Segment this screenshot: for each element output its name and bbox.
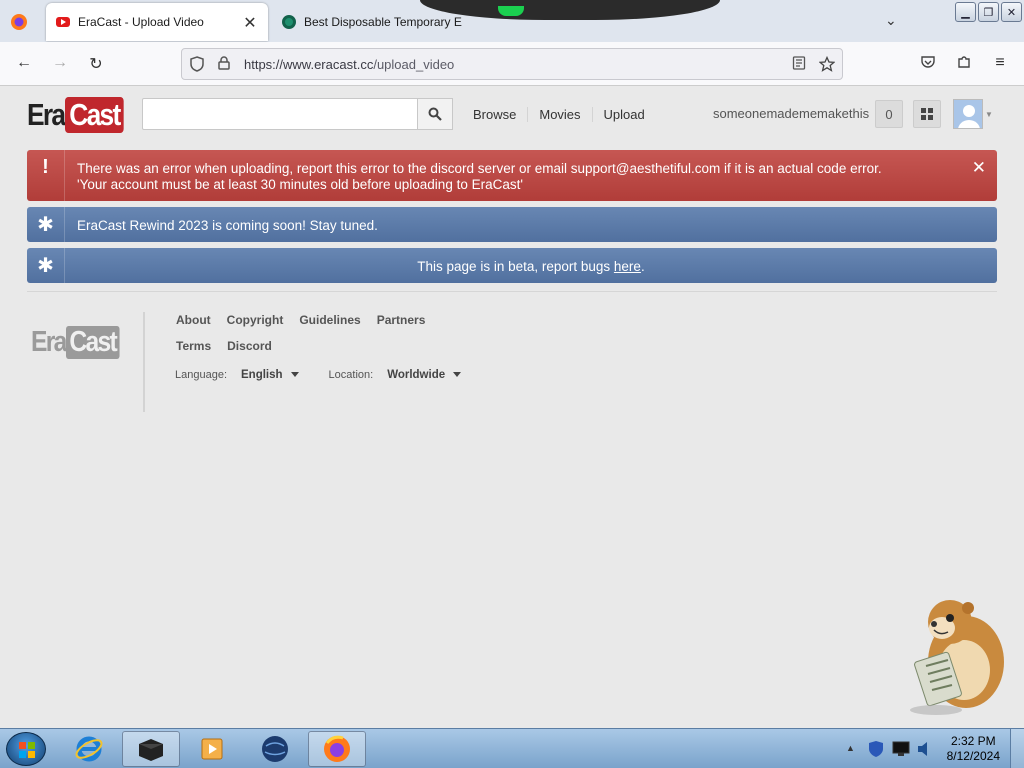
footer-link-guidelines[interactable]: Guidelines bbox=[299, 313, 360, 327]
security-shield-icon[interactable] bbox=[868, 740, 884, 761]
show-hidden-icons-chevron-up-icon[interactable]: ▲ bbox=[846, 743, 855, 753]
language-select[interactable]: English bbox=[241, 369, 299, 381]
windows-taskbar: ▲ 2:32 PM 8/12/2024 bbox=[0, 728, 1024, 768]
lock-icon[interactable] bbox=[218, 56, 230, 73]
rewind-message: EraCast Rewind 2023 is coming soon! Stay… bbox=[77, 218, 378, 233]
footer-divider bbox=[143, 312, 145, 412]
caret-down-icon bbox=[290, 372, 299, 378]
caret-down-icon bbox=[453, 372, 462, 378]
language-label: Language: bbox=[175, 369, 227, 381]
window-controls: ▁ ❐ ✕ bbox=[955, 2, 1022, 22]
search-input[interactable] bbox=[142, 98, 418, 130]
footer-link-copyright[interactable]: Copyright bbox=[227, 313, 284, 327]
error-message: There was an error when uploading, repor… bbox=[77, 161, 882, 192]
taskbar-firefox-icon[interactable] bbox=[308, 731, 366, 767]
location-select[interactable]: Worldwide bbox=[387, 369, 462, 381]
footer-locale-settings: Language: English Location: Worldwide bbox=[175, 369, 462, 381]
show-desktop-button[interactable] bbox=[1010, 729, 1024, 768]
avatar-dropdown-chevron-down-icon[interactable]: ▼ bbox=[985, 110, 993, 119]
url-text[interactable]: https://www.eracast.cc/upload_video bbox=[244, 57, 454, 72]
volume-icon[interactable] bbox=[916, 740, 932, 761]
taskbar-media-player-icon[interactable] bbox=[184, 731, 242, 767]
reader-view-icon[interactable] bbox=[792, 56, 806, 73]
footer-links-row-2: Terms Discord bbox=[176, 339, 272, 353]
footer-links-row-1: About Copyright Guidelines Partners bbox=[176, 313, 425, 327]
close-window-icon[interactable]: ✕ bbox=[1001, 2, 1022, 22]
pocket-icon[interactable] bbox=[918, 54, 938, 75]
footer-link-about[interactable]: About bbox=[176, 313, 211, 327]
nav-upload-link[interactable]: Upload bbox=[593, 107, 656, 122]
hamburger-menu-icon[interactable]: ≡ bbox=[990, 54, 1010, 72]
firefox-menu-icon[interactable] bbox=[8, 12, 30, 32]
url-bar[interactable]: https://www.eracast.cc/upload_video bbox=[181, 48, 843, 80]
temp-mail-favicon-icon bbox=[282, 15, 296, 29]
browser-tab-strip: EraCast - Upload Video ✕ Best Disposable… bbox=[0, 0, 1024, 42]
footer-link-partners[interactable]: Partners bbox=[377, 313, 426, 327]
site-header: Era Cast Browse Movies Upload someonemade… bbox=[0, 86, 1024, 144]
network-monitor-icon[interactable] bbox=[892, 741, 910, 760]
restore-icon[interactable]: ❐ bbox=[978, 2, 999, 22]
asterisk-icon: ✱ bbox=[27, 248, 65, 283]
tracking-shield-icon[interactable] bbox=[190, 56, 204, 75]
notification-count-button[interactable]: 0 bbox=[875, 100, 903, 128]
hamster-mascot-icon[interactable] bbox=[906, 600, 1012, 716]
footer-logo[interactable]: Era Cast bbox=[31, 326, 129, 359]
eracast-favicon-icon bbox=[56, 17, 70, 27]
bookmark-star-icon[interactable] bbox=[818, 55, 836, 75]
report-bugs-link[interactable]: here bbox=[614, 259, 641, 274]
asterisk-icon: ✱ bbox=[27, 207, 65, 242]
main-navigation: Browse Movies Upload bbox=[462, 107, 656, 122]
close-alert-icon[interactable]: ✕ bbox=[972, 158, 986, 178]
username-link[interactable]: someonemadememakethis bbox=[713, 106, 869, 121]
footer-link-discord[interactable]: Discord bbox=[227, 339, 272, 353]
start-button-windows-icon[interactable] bbox=[6, 732, 46, 766]
taskbar-app-window-icon[interactable] bbox=[122, 731, 180, 767]
eracast-logo[interactable]: Era Cast bbox=[27, 95, 134, 135]
forward-arrow-icon[interactable]: → bbox=[50, 54, 70, 72]
search-button[interactable] bbox=[417, 98, 453, 130]
footer-link-terms[interactable]: Terms bbox=[176, 339, 211, 353]
rewind-announcement-alert: ✱ EraCast Rewind 2023 is coming soon! St… bbox=[27, 207, 997, 242]
back-arrow-icon[interactable]: ← bbox=[14, 54, 34, 72]
taskbar-globe-icon[interactable] bbox=[246, 731, 304, 767]
reload-icon[interactable]: ↻ bbox=[86, 54, 106, 74]
search-icon bbox=[428, 107, 442, 121]
avatar[interactable] bbox=[953, 99, 983, 129]
nav-movies-link[interactable]: Movies bbox=[528, 107, 593, 122]
tab-title: Best Disposable Temporary E bbox=[304, 15, 462, 29]
system-tray: ▲ 2:32 PM 8/12/2024 bbox=[840, 729, 1024, 768]
taskbar-internet-explorer-icon[interactable] bbox=[60, 731, 118, 767]
grid-icon bbox=[921, 108, 933, 120]
extensions-puzzle-icon[interactable] bbox=[954, 54, 974, 75]
tab-eracast-upload[interactable]: EraCast - Upload Video ✕ bbox=[46, 3, 268, 41]
browser-navigation-bar: ← → ↻ https://www.eracast.cc/upload_vide… bbox=[0, 42, 1024, 86]
tab-title: EraCast - Upload Video bbox=[78, 15, 204, 29]
nav-browse-link[interactable]: Browse bbox=[462, 107, 529, 122]
overlay-device-shape bbox=[420, 0, 720, 20]
content-divider bbox=[27, 291, 997, 292]
location-label: Location: bbox=[328, 369, 374, 381]
beta-message: This page is in beta, report bugs here. bbox=[417, 259, 645, 274]
tab-close-icon[interactable]: ✕ bbox=[242, 13, 258, 33]
minimize-icon[interactable]: ▁ bbox=[955, 2, 976, 22]
upload-error-alert: ! There was an error when uploading, rep… bbox=[27, 150, 997, 201]
taskbar-clock[interactable]: 2:32 PM 8/12/2024 bbox=[947, 734, 1000, 764]
exclamation-icon: ! bbox=[27, 150, 65, 201]
list-all-tabs-chevron-down-icon[interactable]: ⌄ bbox=[885, 12, 897, 29]
beta-notice-alert: ✱ This page is in beta, report bugs here… bbox=[27, 248, 997, 283]
apps-grid-button[interactable] bbox=[913, 100, 941, 128]
